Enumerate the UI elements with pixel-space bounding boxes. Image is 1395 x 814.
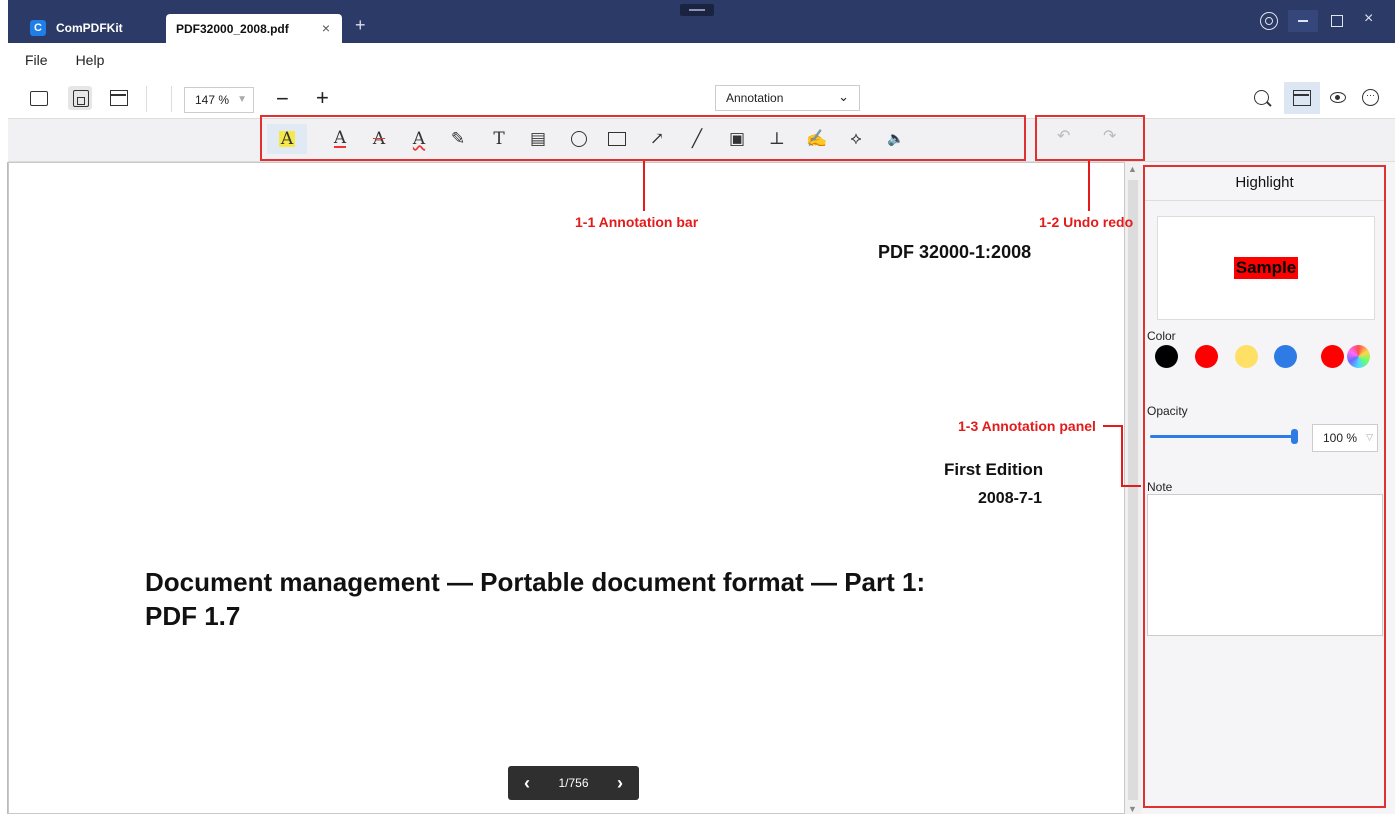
page-navigator: ‹ 1/756 › [508,766,639,800]
zoom-out-button[interactable]: − [276,86,289,112]
menu-file[interactable]: File [25,52,48,68]
page-indicator[interactable]: 1/756 [558,776,588,790]
mode-value: Annotation [726,91,784,105]
zoom-select[interactable]: 147 % ▼ [184,87,254,113]
save-icon[interactable] [68,86,92,110]
annotation-bar-highlight-box [260,115,1026,161]
callout-line [1088,161,1090,211]
left-edge [0,162,8,814]
close-tab-icon[interactable]: × [322,20,330,36]
toolbar-divider [146,86,147,112]
app-tab[interactable]: C ComPDFKit [30,16,166,40]
app-name: ComPDFKit [56,21,123,35]
menu-bar: File Help [8,43,1395,77]
document-title-line-2: PDF 1.7 [145,601,241,631]
document-tab-label: PDF32000_2008.pdf [176,21,289,36]
maximize-button[interactable] [1331,15,1343,27]
callout-line [1121,425,1123,487]
chevron-down-icon: ▼ [237,94,247,105]
menu-help[interactable]: Help [76,52,105,68]
scroll-down-icon[interactable]: ▼ [1128,804,1137,814]
settings-icon[interactable] [1260,12,1278,30]
annotation-panel-highlight-box [1143,165,1386,808]
app-logo-icon: C [30,20,46,36]
callout-annotation-panel: 1-3 Annotation panel [958,418,1096,434]
page-layout-icon[interactable] [110,89,128,106]
edition-text: First Edition [944,460,1044,479]
properties-panel-icon[interactable] [1284,82,1320,114]
callout-line [1103,425,1123,427]
date-text: 2008-7-1 [978,490,1043,507]
document-title: Document management — Portable document … [145,565,1065,633]
zoom-value: 147 % [195,93,230,107]
open-folder-icon[interactable] [30,89,48,106]
window-grip-handle[interactable] [680,4,714,16]
main-toolbar: 147 % ▼ − + Annotation ⌄ ··· [8,80,1395,118]
scroll-up-icon[interactable]: ▲ [1128,164,1137,174]
window-border [0,0,8,43]
search-icon[interactable] [1254,90,1269,105]
document-tab[interactable]: PDF32000_2008.pdf × [166,14,342,43]
close-window-button[interactable]: × [1364,10,1373,28]
mode-select[interactable]: Annotation ⌄ [715,85,860,111]
document-scrollbar[interactable]: ▲ ▼ [1125,162,1141,814]
scroll-thumb[interactable] [1128,180,1138,800]
toolbar-divider [171,86,172,112]
document-title-line-1: Document management — Portable document … [145,567,926,597]
new-tab-button[interactable]: + [355,15,366,36]
title-bar: C ComPDFKit PDF32000_2008.pdf × + × [0,0,1395,43]
callout-line [643,161,645,211]
minimize-button[interactable] [1288,10,1318,32]
callout-line [1121,485,1143,487]
next-page-button[interactable]: › [617,773,623,794]
view-icon[interactable] [1330,92,1346,103]
undo-redo-highlight-box [1035,115,1145,161]
previous-page-button[interactable]: ‹ [524,773,530,794]
callout-annotation-bar: 1-1 Annotation bar [575,214,699,230]
callout-undo-redo: 1-2 Undo redo [1039,214,1134,230]
standard-number: PDF 32000-1:2008 [878,242,1032,262]
chevron-down-icon: ⌄ [838,89,849,104]
more-icon[interactable]: ··· [1362,89,1379,106]
zoom-in-button[interactable]: + [316,85,329,111]
